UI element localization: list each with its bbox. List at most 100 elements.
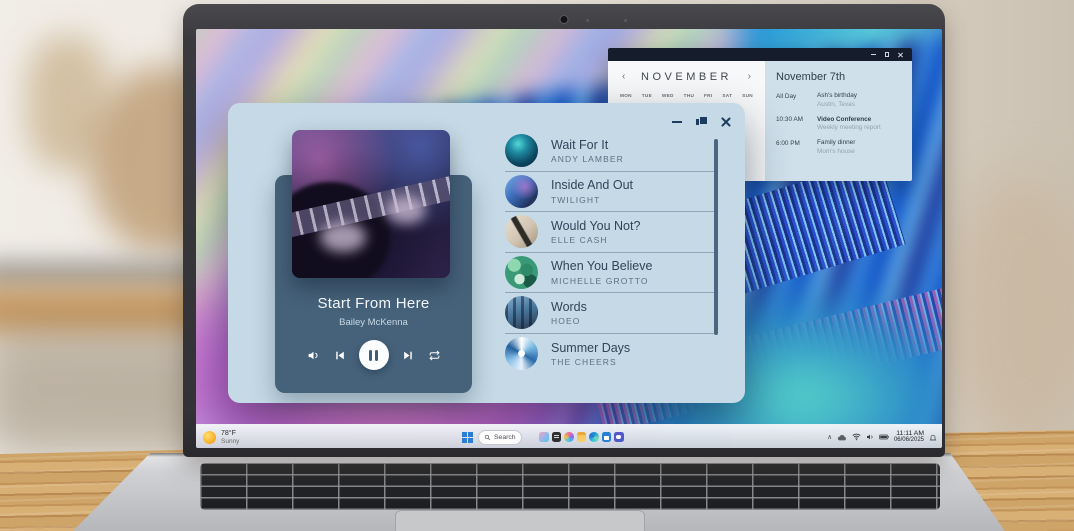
track-title: Summer Days [551, 341, 630, 355]
event-time: All Day [776, 92, 817, 108]
track-artist: MICHELLE GROTTO [551, 276, 652, 286]
playlist-item[interactable]: Summer Days THE CHEERS [505, 334, 714, 375]
battery-icon[interactable] [879, 434, 889, 440]
track-thumbnail [505, 256, 538, 289]
notepad-icon[interactable] [552, 432, 562, 442]
track-artist: ANDY LAMBER [551, 154, 624, 164]
weekday-label: MON [620, 93, 632, 98]
calendar-event[interactable]: All Day Ash's birthday Austin, Texas [776, 92, 901, 108]
volume-icon[interactable] [307, 349, 320, 362]
track-artist: ELLE CASH [551, 235, 640, 245]
file-explorer-icon[interactable] [577, 432, 587, 442]
calendar-event[interactable]: 10:30 AM Video Conference Weekly meeting… [776, 116, 901, 132]
search-placeholder: Search [494, 434, 516, 441]
event-title: Video Conference [817, 116, 881, 123]
pause-icon [369, 350, 372, 361]
taskbar-center: Search [462, 425, 624, 448]
minimize-icon[interactable] [672, 116, 683, 127]
repeat-icon[interactable] [428, 349, 441, 362]
restore-icon[interactable] [696, 116, 707, 127]
mic-dot [624, 19, 627, 22]
playlist-item[interactable]: Wait For It ANDY LAMBER [505, 131, 714, 172]
clock-date: 06/06/2025 [894, 437, 924, 445]
laptop-touchpad[interactable] [395, 510, 645, 531]
onedrive-icon[interactable] [837, 434, 847, 441]
prev-month-icon[interactable]: ‹ [622, 72, 625, 82]
start-button[interactable] [462, 432, 473, 443]
weather-widget[interactable]: 78°F Sunny [203, 425, 239, 448]
webcam [560, 15, 569, 24]
copilot-icon[interactable] [564, 432, 574, 442]
background-warm-glow [946, 170, 1074, 450]
weekday-label: SUN [742, 93, 753, 98]
weather-temperature: 78°F [221, 430, 239, 438]
previous-track-icon[interactable] [333, 349, 346, 362]
album-art [292, 130, 450, 278]
event-detail: Austin, Texas [817, 101, 857, 108]
event-title: Ash's birthday [817, 92, 857, 99]
scene: ‹ NOVEMBER › MON TUE WED THU FRI SAT SUN [0, 0, 1074, 531]
track-title: When You Believe [551, 259, 652, 273]
wifi-icon[interactable] [852, 433, 861, 441]
pause-icon [375, 350, 378, 361]
edge-browser-icon[interactable] [589, 432, 599, 442]
calendar-weekday-row: MON TUE WED THU FRI SAT SUN [608, 93, 765, 98]
playlist-item[interactable]: Would You Not? ELLE CASH [505, 212, 714, 253]
microsoft-store-icon[interactable] [602, 432, 612, 442]
pause-button[interactable] [359, 340, 389, 370]
weekday-label: FRI [704, 93, 712, 98]
playlist-scrollbar[interactable] [714, 139, 718, 335]
music-player-window: Start From Here Bailey McKenna [228, 103, 745, 403]
next-month-icon[interactable]: › [748, 72, 751, 82]
notification-bell-icon[interactable] [929, 433, 937, 442]
search-icon [484, 434, 491, 441]
close-icon[interactable] [898, 52, 903, 57]
track-thumbnail [505, 296, 538, 329]
event-detail: Mom's house [817, 148, 855, 155]
clock-time: 11:11 AM [894, 430, 924, 438]
track-title: Wait For It [551, 138, 624, 152]
event-time: 10:30 AM [776, 116, 817, 132]
track-thumbnail [505, 215, 538, 248]
tray-chevron-icon[interactable]: ∧ [827, 433, 832, 441]
album-art-detail [386, 196, 426, 224]
next-track-icon[interactable] [402, 349, 415, 362]
maximize-icon[interactable] [885, 52, 890, 57]
minimize-icon[interactable] [871, 54, 876, 55]
calendar-titlebar[interactable] [608, 48, 912, 61]
track-title: Words [551, 300, 587, 314]
event-title: Family dinner [817, 139, 855, 146]
tray-volume-icon[interactable] [866, 433, 874, 441]
album-art-detail [320, 222, 366, 252]
widgets-icon[interactable] [539, 432, 549, 442]
laptop-screen-bezel: ‹ NOVEMBER › MON TUE WED THU FRI SAT SUN [183, 4, 945, 457]
search-input[interactable]: Search [478, 430, 522, 445]
now-playing-title: Start From Here [275, 295, 472, 312]
event-detail: Weekly meeting report [817, 124, 881, 131]
close-icon[interactable] [720, 116, 731, 127]
system-tray: ∧ [827, 425, 937, 448]
playlist-item[interactable]: Words HOEO [505, 293, 714, 334]
selected-day-title: November 7th [776, 71, 901, 83]
weekday-label: WED [662, 93, 674, 98]
playback-controls [275, 333, 472, 377]
weekday-label: SAT [722, 93, 732, 98]
mic-dot [586, 19, 589, 22]
weekday-label: THU [684, 93, 695, 98]
calendar-month-label: NOVEMBER [641, 71, 732, 83]
taskbar-clock[interactable]: 11:11 AM 06/06/2025 [894, 430, 924, 445]
laptop-keyboard[interactable] [200, 463, 940, 510]
teams-icon[interactable] [614, 432, 624, 442]
track-title: Would You Not? [551, 219, 640, 233]
track-artist: HOEO [551, 316, 587, 326]
calendar-nav: ‹ NOVEMBER › [608, 71, 765, 83]
playlist: Wait For It ANDY LAMBER Inside And Out T… [505, 131, 714, 374]
playlist-item[interactable]: Inside And Out TWILIGHT [505, 172, 714, 213]
track-artist: TWILIGHT [551, 195, 633, 205]
playlist-item[interactable]: When You Believe MICHELLE GROTTO [505, 253, 714, 294]
calendar-event[interactable]: 6:00 PM Family dinner Mom's house [776, 139, 901, 155]
weekday-label: TUE [642, 93, 652, 98]
track-thumbnail [505, 337, 538, 370]
event-time: 6:00 PM [776, 139, 817, 155]
sun-icon [203, 431, 216, 444]
